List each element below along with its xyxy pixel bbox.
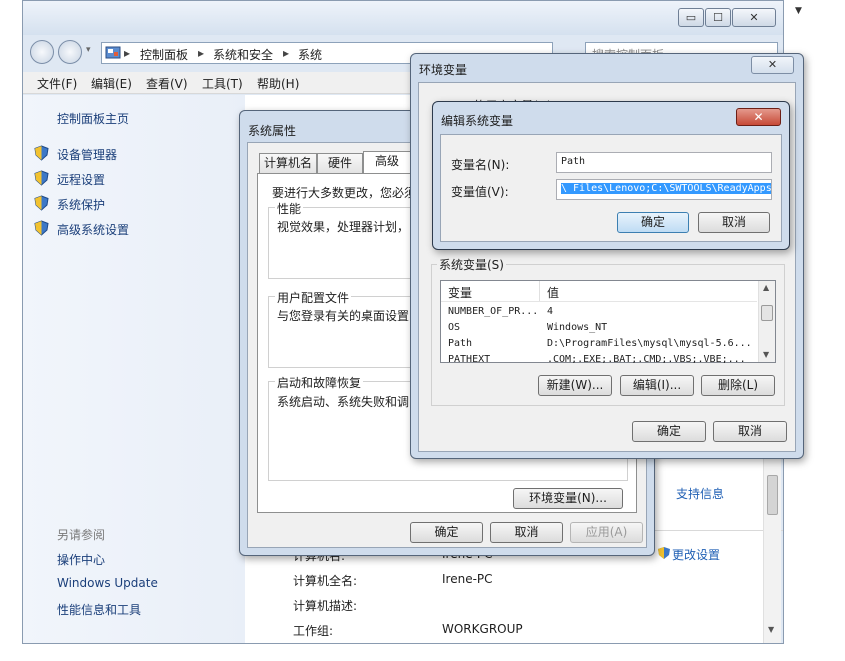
system-variables-label: 系统变量(S) [437,256,506,273]
column-divider [539,281,540,301]
profiles-desc: 与您登录有关的桌面设置 [277,309,410,323]
table-row[interactable]: Path D:\ProgramFiles\mysql\mysql-5.6... [441,337,757,353]
variable-name-label: 变量名(N): [451,158,510,172]
dialog-title: 环境变量 [419,63,468,77]
edit-system-variable-dialog: 编辑系统变量 ✕ 变量名(N): Path 变量值(V): \ Files\Le… [432,101,790,250]
change-settings-link[interactable]: 更改设置 [672,546,720,563]
sidebar-item-protection[interactable]: 系统保护 [57,196,105,213]
startup-desc: 系统启动、系统失败和调 [277,395,410,409]
row-value: .COM;.EXE;.BAT;.CMD;.VBS;.VBE;... [547,354,746,363]
chevron-right-icon: ▸ [283,46,290,60]
menu-view[interactable]: 查看(V) [146,75,188,92]
chevron-right-icon: ▸ [124,46,131,60]
table-row[interactable]: OS Windows_NT [441,321,757,337]
variable-value-field[interactable]: \ Files\Lenovo;C:\SWTOOLS\ReadyApps; [556,179,772,200]
ok-button[interactable]: 确定 [410,522,483,543]
variable-value-label: 变量值(V): [451,185,509,199]
row-variable: OS [448,322,461,333]
sidebar-item-device-manager[interactable]: 设备管理器 [57,146,117,163]
support-info-link[interactable]: 支持信息 [676,485,724,502]
delete-variable-button[interactable]: 删除(L) [701,375,775,396]
profiles-title: 用户配置文件 [275,289,352,306]
breadcrumb-system-security[interactable]: 系统和安全 [213,46,273,63]
scroll-down-icon[interactable]: ▼ [763,350,769,359]
row-value: Windows_NT [547,322,608,333]
chevron-down-icon: ▼ [795,6,802,16]
scrollbar[interactable]: ▲ ▼ [758,281,775,362]
minimize-button[interactable]: ▭ [678,8,704,27]
shield-icon [34,170,49,186]
scrollbar-thumb[interactable] [761,305,773,321]
sidebar-item-home[interactable]: 控制面板主页 [57,110,129,127]
close-button[interactable]: ✕ [736,108,781,126]
cancel-button[interactable]: 取消 [698,212,770,233]
tab-hardware[interactable]: 硬件 [317,153,363,173]
scrollbar-thumb[interactable] [767,475,778,515]
dialog-title: 系统属性 [248,124,297,138]
variable-name-field[interactable]: Path [556,152,772,173]
info-label: 计算机全名: [293,574,358,588]
ok-button[interactable]: 确定 [632,421,706,442]
cancel-button[interactable]: 取消 [713,421,787,442]
sidebar-item-advanced[interactable]: 高级系统设置 [57,221,129,238]
close-button[interactable]: ✕ [732,8,776,27]
performance-desc: 视觉效果，处理器计划， [277,220,410,234]
menu-tools[interactable]: 工具(T) [202,75,243,92]
chevron-right-icon: ▸ [198,46,205,60]
menu-file[interactable]: 文件(F) [37,75,77,92]
see-also-windows-update[interactable]: Windows Update [57,576,158,590]
tab-advanced[interactable]: 高级 [363,151,411,173]
forward-button[interactable] [58,40,82,64]
tab-computer-name[interactable]: 计算机名 [259,153,317,173]
recent-pages-dropdown[interactable]: ▾ [86,45,91,55]
startup-title: 启动和故障恢复 [275,374,364,391]
maximize-button[interactable]: ☐ [705,8,731,27]
row-value: 4 [547,306,554,317]
apply-button[interactable]: 应用(A) [570,522,643,543]
info-value: Irene-PC [442,572,493,586]
performance-title: 性能 [275,200,304,217]
info-label: 工作组: [293,624,334,638]
column-header-value[interactable]: 值 [547,284,559,301]
selected-text: \ Files\Lenovo;C:\SWTOOLS\ReadyApps; [561,183,771,194]
row-value: D:\ProgramFiles\mysql\mysql-5.6... [547,338,752,349]
scroll-up-icon[interactable]: ▲ [763,283,769,292]
menu-help[interactable]: 帮助(H) [257,75,299,92]
back-button[interactable] [30,40,54,64]
info-label: 计算机描述: [293,599,358,613]
sidebar: 控制面板主页 设备管理器 远程设置 系统保护 高级系统设置 另请参阅 操作中心 … [23,95,245,643]
row-variable: Path [448,338,473,349]
table-row[interactable]: NUMBER_OF_PR... 4 [441,305,757,321]
shield-icon [658,547,670,559]
see-also-action-center[interactable]: 操作中心 [57,551,105,568]
shield-icon [34,195,49,211]
column-header-variable[interactable]: 变量 [448,284,472,301]
see-also-title: 另请参阅 [57,528,106,542]
cancel-button[interactable]: 取消 [490,522,563,543]
table-row[interactable]: PATHEXT .COM;.EXE;.BAT;.CMD;.VBS;.VBE;..… [441,353,757,363]
breadcrumb-control-panel[interactable]: 控制面板 [140,46,188,63]
breadcrumb-system[interactable]: 系统 [298,46,322,63]
shield-icon [34,220,49,236]
menu-edit[interactable]: 编辑(E) [91,75,132,92]
scroll-down-icon[interactable]: ▼ [768,625,774,634]
row-variable: NUMBER_OF_PR... [448,306,538,317]
env-variables-button[interactable]: 环境变量(N)... [513,488,623,509]
ok-button[interactable]: 确定 [617,212,689,233]
system-variables-list[interactable]: 变量 值 NUMBER_OF_PR... 4 OS Windows_NT Pat… [440,280,776,363]
close-button[interactable]: ✕ [751,56,794,74]
edit-variable-button[interactable]: 编辑(I)... [620,375,694,396]
list-header: 变量 值 [441,281,757,302]
see-also-performance[interactable]: 性能信息和工具 [57,601,141,618]
new-variable-button[interactable]: 新建(W)... [538,375,612,396]
row-variable: PATHEXT [448,354,491,363]
shield-icon [34,145,49,161]
intro-text: 要进行大多数更改，您必须 [272,186,417,200]
dialog-body: 变量名(N): Path 变量值(V): \ Files\Lenovo;C:\S… [440,134,782,242]
title-bar [23,1,783,35]
sidebar-item-remote[interactable]: 远程设置 [57,171,105,188]
info-value: WORKGROUP [442,622,523,636]
dialog-title: 编辑系统变量 [441,114,514,128]
control-panel-icon [105,46,121,59]
